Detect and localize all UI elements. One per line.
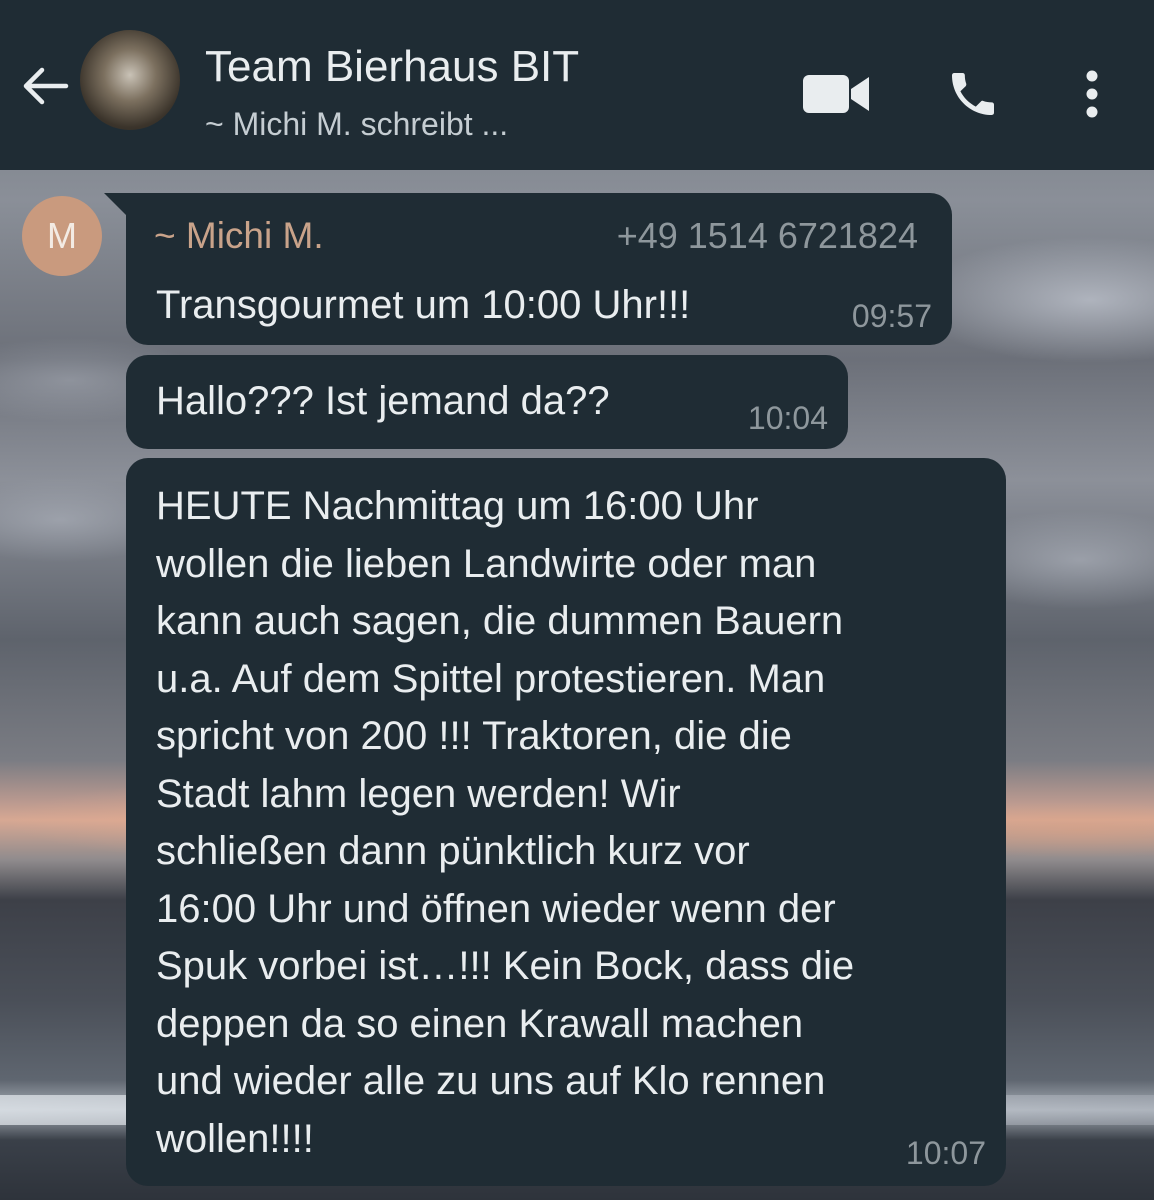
chat-title[interactable]: Team Bierhaus BIT — [205, 42, 579, 92]
typing-status: ~ Michi M. schreibt ... — [205, 106, 509, 142]
message-line: kann auch sagen, die dummen Bauern — [156, 599, 844, 643]
message-line: Transgourmet um 10:00 Uhr!!! — [156, 283, 691, 327]
sender-phone-number: +49 1514 6721824 — [616, 215, 918, 256]
back-arrow-icon[interactable] — [20, 60, 72, 112]
chat-header: Team Bierhaus BIT ~ Michi M. schreibt ..… — [0, 0, 1154, 170]
message-time: 10:04 — [747, 400, 828, 436]
message-line: Stadt lahm legen werden! Wir — [156, 771, 681, 816]
message-time: 09:57 — [851, 298, 932, 334]
message-line: spricht von 200 !!! Traktoren, die die — [156, 714, 792, 758]
message-bubble[interactable]: ~ Michi M. +49 1514 6721824 Transgourmet… — [126, 193, 952, 345]
message-line: 16:00 Uhr und öffnen wieder wenn der — [156, 886, 836, 931]
message-line: wollen!!!! — [156, 1116, 314, 1161]
message-bubble[interactable]: Hallo??? Ist jemand da?? 10:04 — [126, 355, 848, 449]
sender-avatar[interactable]: M — [22, 196, 102, 276]
message-text: Hallo??? Ist jemand da?? — [156, 373, 610, 431]
message-line: Hallo??? Ist jemand da?? — [156, 379, 610, 423]
message-text: Transgourmet um 10:00 Uhr!!! — [156, 277, 690, 335]
more-options-icon[interactable] — [1072, 64, 1112, 124]
message-line: deppen da so einen Krawall machen — [156, 1001, 804, 1046]
phone-call-icon[interactable] — [940, 64, 1006, 124]
message-line: schließen dann pünktlich kurz vor — [156, 829, 750, 873]
sender-name[interactable]: ~ Michi M. — [154, 215, 324, 257]
message-line: u.a. Auf dem Spittel protestieren. Man — [156, 656, 826, 701]
video-call-icon[interactable] — [800, 66, 872, 122]
message-line: wollen die lieben Landwirte oder man — [156, 541, 817, 586]
message-line: Spuk vorbei ist…!!! Kein Bock, dass die — [156, 944, 855, 988]
message-text: HEUTE Nachmittag um 16:00 Uhr wollen die… — [156, 478, 854, 1168]
group-avatar[interactable] — [80, 30, 180, 130]
message-line: HEUTE Nachmittag um 16:00 Uhr — [156, 484, 759, 528]
message-time: 10:07 — [905, 1135, 986, 1171]
message-bubble[interactable]: HEUTE Nachmittag um 16:00 Uhr wollen die… — [126, 458, 1006, 1186]
message-line: und wieder alle zu uns auf Klo rennen — [156, 1059, 826, 1103]
